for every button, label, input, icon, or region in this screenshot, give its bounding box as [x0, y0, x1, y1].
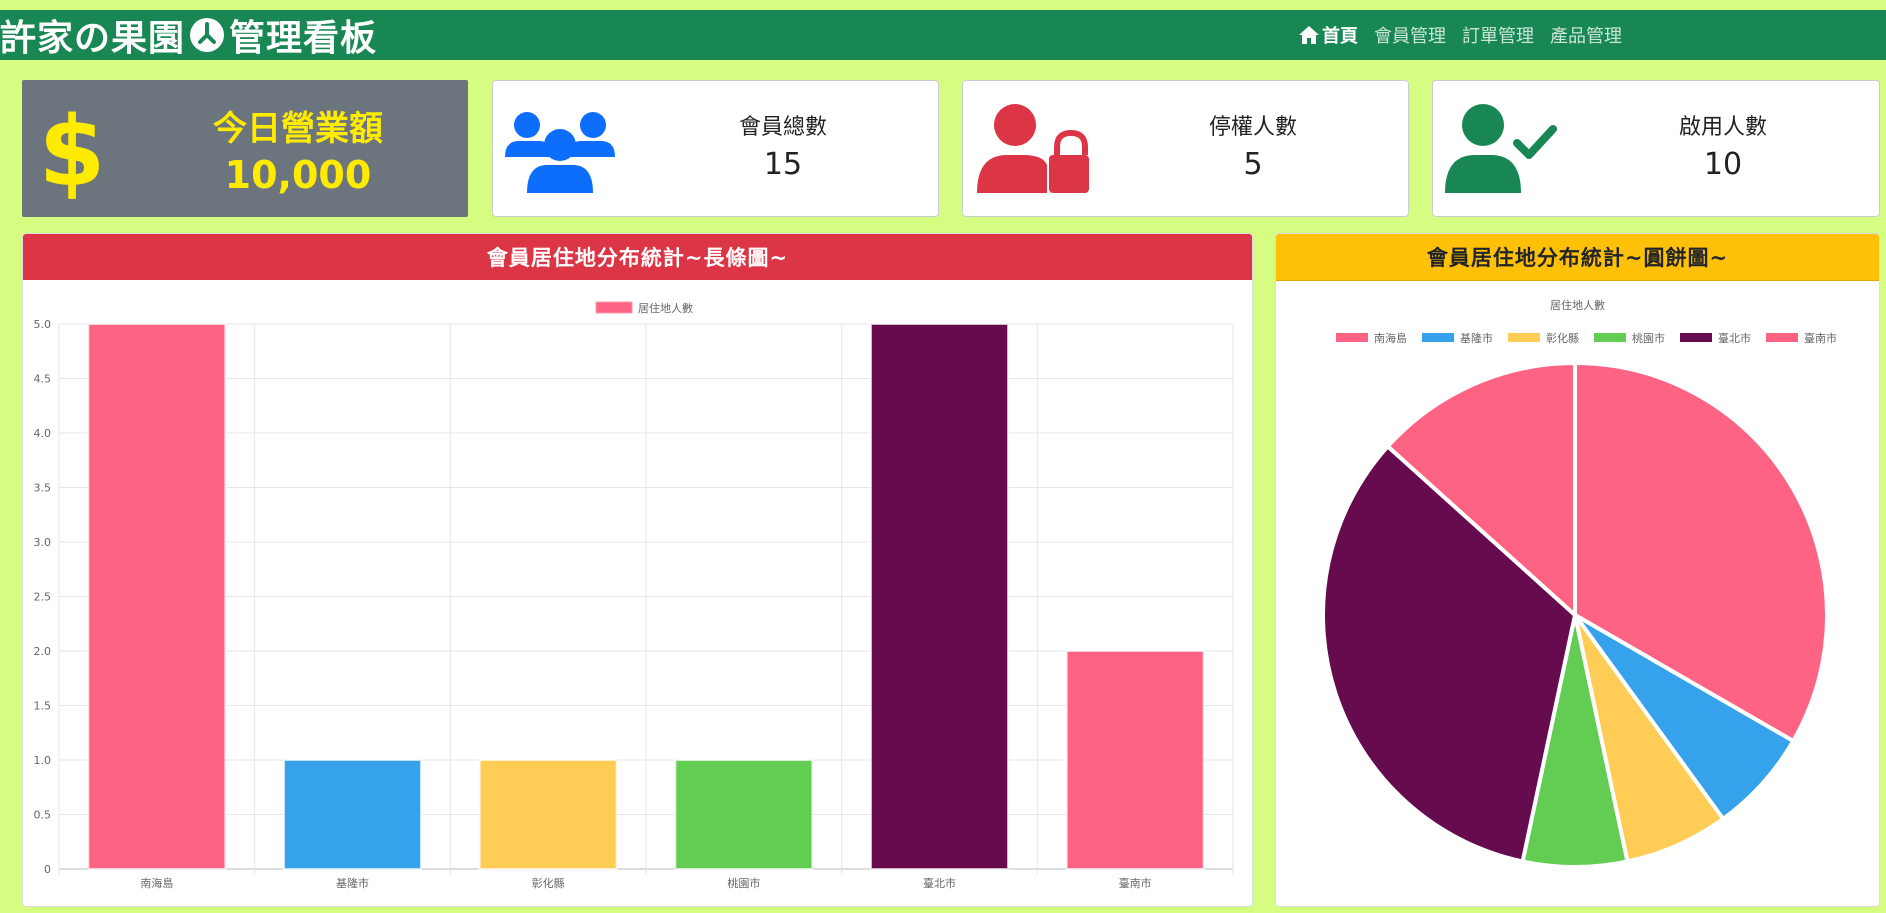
legend-swatch — [1508, 333, 1540, 342]
members-total-card: 會員總數 15 — [492, 80, 939, 217]
nav-home-label: 首頁 — [1322, 26, 1358, 47]
svg-text:$: $ — [39, 99, 106, 199]
suspended-card: 停權人數 5 — [962, 80, 1409, 217]
legend-label: 彰化縣 — [1546, 331, 1579, 345]
legend-swatch — [1336, 333, 1368, 342]
top-navbar: 許家の果園 管理看板 首頁 會員管理 訂單管理 產品管理 — [0, 10, 1886, 60]
x-tick-label: 南海島 — [140, 876, 173, 890]
suspended-title: 停權人數 — [1208, 115, 1297, 140]
bar-chart-panel-header: 會員居住地分布統計~長條圖~ — [23, 234, 1252, 280]
x-tick-label: 臺南市 — [1119, 876, 1152, 890]
dollar-icon: $ — [37, 96, 107, 208]
suspended-value: 5 — [1243, 147, 1263, 182]
legend-swatch — [1422, 333, 1454, 342]
pie-chart-panel: 會員居住地分布統計~圓餅圖~ 居住地人數南海島 基隆市 彰化縣 桃園市 臺北市 臺南市 — [1275, 233, 1880, 907]
brand-subtitle: 管理看板 — [229, 18, 378, 59]
legend-label: 臺南市 — [1804, 331, 1837, 345]
y-tick-label: 3.0 — [34, 536, 52, 549]
revenue-value: 10,000 — [224, 153, 372, 197]
pie-chart-panel-header: 會員居住地分布統計~圓餅圖~ — [1276, 234, 1879, 281]
bar — [283, 759, 422, 870]
brand-name: 許家の果園 — [0, 18, 186, 59]
pie-chart-title: 居住地人數 — [1550, 298, 1605, 312]
enabled-title: 啟用人數 — [1678, 115, 1767, 140]
x-tick-label: 彰化縣 — [532, 876, 565, 890]
legend-label: 臺北市 — [1718, 331, 1751, 345]
home-icon — [1299, 26, 1319, 44]
legend-label: 居住地人數 — [638, 301, 693, 315]
y-tick-label: 0.5 — [34, 809, 52, 822]
x-tick-label: 臺北市 — [923, 876, 956, 890]
users-icon — [505, 105, 615, 199]
bar — [674, 759, 814, 870]
revenue-card: $ 今日營業額 10,000 — [22, 80, 468, 217]
user-lock-icon — [977, 103, 1089, 199]
members-total-title: 會員總數 — [738, 115, 827, 140]
brand[interactable]: 許家の果園 管理看板 — [0, 9, 377, 61]
nav-home[interactable]: 首頁 — [1298, 22, 1358, 48]
nav-member-management[interactable]: 會員管理 — [1374, 22, 1446, 48]
y-tick-label: 3.5 — [34, 482, 52, 495]
nav-label: 訂單管理 — [1462, 26, 1534, 47]
y-tick-label: 2.5 — [34, 591, 52, 604]
main-nav: 首頁 會員管理 訂單管理 產品管理 — [1298, 10, 1622, 60]
y-tick-label: 4.0 — [34, 427, 52, 440]
y-tick-label: 5.0 — [34, 318, 52, 331]
y-tick-label: 0 — [44, 863, 51, 876]
x-tick-label: 桃園市 — [727, 876, 760, 890]
bar — [87, 323, 227, 870]
y-tick-label: 1.0 — [34, 754, 52, 767]
members-total-value: 15 — [763, 147, 803, 182]
pie-chart: 居住地人數南海島 基隆市 彰化縣 桃園市 臺北市 臺南市 — [1321, 298, 1837, 869]
bar — [478, 759, 618, 870]
legend-label: 南海島 — [1374, 331, 1407, 345]
y-tick-label: 1.5 — [34, 700, 52, 713]
revenue-title: 今日營業額 — [213, 109, 383, 149]
y-tick-label: 2.0 — [34, 645, 52, 658]
bar-chart: 居住地人數 0 0.5 1.0 1.5 2.0 2.5 3.0 3.5 4.0 4.5 5.0 南海島 基… — [34, 301, 1234, 890]
enabled-card: 啟用人數 10 — [1432, 80, 1880, 217]
bar-chart-panel: 會員居住地分布統計~長條圖~ 居住地人數 0 0.5 1.0 1.5 2.0 2.5 3.0 3… — [22, 233, 1253, 907]
user-check-icon — [1445, 103, 1559, 199]
enabled-value: 10 — [1703, 147, 1743, 182]
legend-swatch — [1594, 333, 1626, 342]
nav-order-management[interactable]: 訂單管理 — [1462, 22, 1534, 48]
legend-swatch — [1680, 333, 1712, 342]
y-tick-label: 4.5 — [34, 373, 52, 386]
legend-label: 基隆市 — [1460, 331, 1493, 345]
legend-swatch — [1766, 333, 1798, 342]
bar — [1065, 650, 1205, 870]
nav-label: 產品管理 — [1550, 26, 1622, 47]
bar — [870, 323, 1009, 870]
x-tick-label: 基隆市 — [336, 876, 369, 890]
clock-icon — [189, 17, 225, 53]
nav-label: 會員管理 — [1374, 26, 1446, 47]
legend-swatch — [595, 301, 633, 314]
legend-label: 桃園市 — [1632, 331, 1665, 345]
nav-product-management[interactable]: 產品管理 — [1550, 22, 1622, 48]
